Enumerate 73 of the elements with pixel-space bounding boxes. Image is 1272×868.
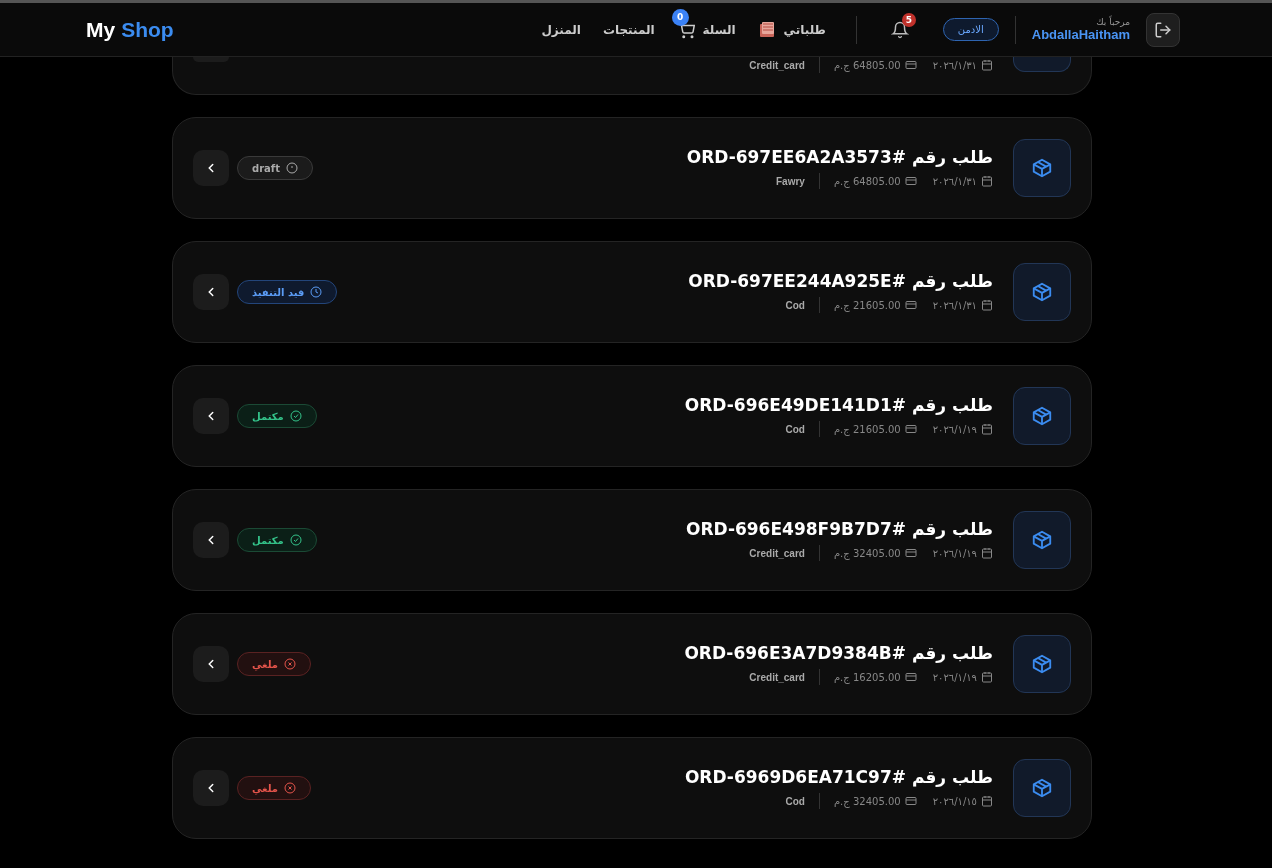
nav-link[interactable]: السلة xyxy=(702,22,736,37)
payment-method: Cod xyxy=(785,423,805,435)
cart-count: 0 xyxy=(671,8,689,26)
calendar-icon xyxy=(981,299,993,311)
welcome-text: مرحباً بك xyxy=(1096,17,1130,27)
logout-icon xyxy=(1154,20,1172,39)
status-badge: ملغي xyxy=(237,776,312,800)
package-icon xyxy=(1031,281,1053,303)
x-circle-icon xyxy=(284,782,297,794)
order-amount: 21605.00 ج.م xyxy=(833,423,901,435)
calendar-icon xyxy=(981,547,993,559)
calendar-icon xyxy=(981,671,993,683)
package-icon xyxy=(1031,405,1053,427)
package-icon xyxy=(1031,653,1053,675)
status-badge: قيد التنفيذ xyxy=(237,280,338,304)
nav-link[interactable]: المنزل xyxy=(541,22,581,37)
order-amount: 32405.00 ج.م xyxy=(833,795,901,807)
user-name[interactable]: AbdallaHaitham xyxy=(1031,27,1130,42)
calendar-icon xyxy=(981,423,993,435)
order-title: طلب رقم #ORD-696E498F9B7D7 xyxy=(685,519,993,539)
status-badge: مكتمل xyxy=(237,528,317,552)
order-amount: 64805.00 ج.م xyxy=(833,175,901,187)
order-date: ٢٠٢٦/١/١٩ xyxy=(932,547,977,559)
package-icon xyxy=(1031,157,1053,179)
payment-method: Credit_card xyxy=(749,671,805,683)
credit-card-icon xyxy=(904,795,917,807)
order-date: ٢٠٢٦/١/١٥ xyxy=(932,795,977,807)
payment-method: Cod xyxy=(785,299,805,311)
admin-button[interactable]: الادمن xyxy=(942,18,999,41)
payment-method: Credit_card xyxy=(749,547,805,559)
notification-count: 5 xyxy=(901,12,916,27)
order-title: طلب رقم #ORD-697EE244A925E xyxy=(688,271,993,291)
status-badge: مكتمل xyxy=(237,404,317,428)
nav-link[interactable]: المنتجات xyxy=(602,22,655,37)
package-icon xyxy=(1031,777,1053,799)
order-amount: 16205.00 ج.م xyxy=(833,671,901,683)
order-title: طلب رقم #ORD-6969D6EA71C97 xyxy=(684,767,993,787)
credit-card-icon xyxy=(904,175,917,187)
order-date: ٢٠٢٦/١/٣١ xyxy=(932,59,977,71)
order-date: ٢٠٢٦/١/٣١ xyxy=(932,299,977,311)
credit-card-icon xyxy=(904,299,917,311)
info-icon xyxy=(285,162,298,174)
nav-link[interactable]: طلباتي xyxy=(783,22,826,37)
credit-card-icon xyxy=(904,59,917,71)
calendar-icon xyxy=(981,795,993,807)
order-date: ٢٠٢٦/١/٣١ xyxy=(932,175,977,187)
status-badge: ملغي xyxy=(237,652,312,676)
order-amount: 21605.00 ج.م xyxy=(833,299,901,311)
logout-button[interactable] xyxy=(1146,12,1180,47)
calendar-icon xyxy=(981,175,993,187)
payment-method: Fawry xyxy=(776,175,805,187)
check-circle-icon xyxy=(289,534,302,546)
package-icon xyxy=(1031,529,1053,551)
payment-method: Cod xyxy=(785,795,805,807)
order-amount: 64805.00 ج.م xyxy=(833,59,901,71)
payment-method: Credit_card xyxy=(749,59,805,71)
order-amount: 32405.00 ج.م xyxy=(833,547,901,559)
x-circle-icon xyxy=(284,658,297,670)
credit-card-icon xyxy=(904,423,917,435)
logo-text[interactable]: Shop xyxy=(121,17,174,42)
credit-card-icon xyxy=(904,547,917,559)
logo-text[interactable]: My xyxy=(86,17,116,42)
clock-icon xyxy=(310,286,323,298)
order-date: ٢٠٢٦/١/١٩ xyxy=(932,423,977,435)
calendar-icon xyxy=(981,59,993,71)
credit-card-icon xyxy=(904,671,917,683)
order-title: طلب رقم #ORD-696E3A7D9384B xyxy=(684,643,993,663)
check-circle-icon xyxy=(289,410,302,422)
order-date: ٢٠٢٦/١/١٩ xyxy=(932,671,977,683)
order-title: طلب رقم #ORD-696E49DE141D1 xyxy=(684,395,993,415)
box-stack-icon xyxy=(757,20,776,39)
order-title: طلب رقم #ORD-697EE6A2A3573 xyxy=(686,147,993,167)
status-badge: draft xyxy=(237,156,313,180)
